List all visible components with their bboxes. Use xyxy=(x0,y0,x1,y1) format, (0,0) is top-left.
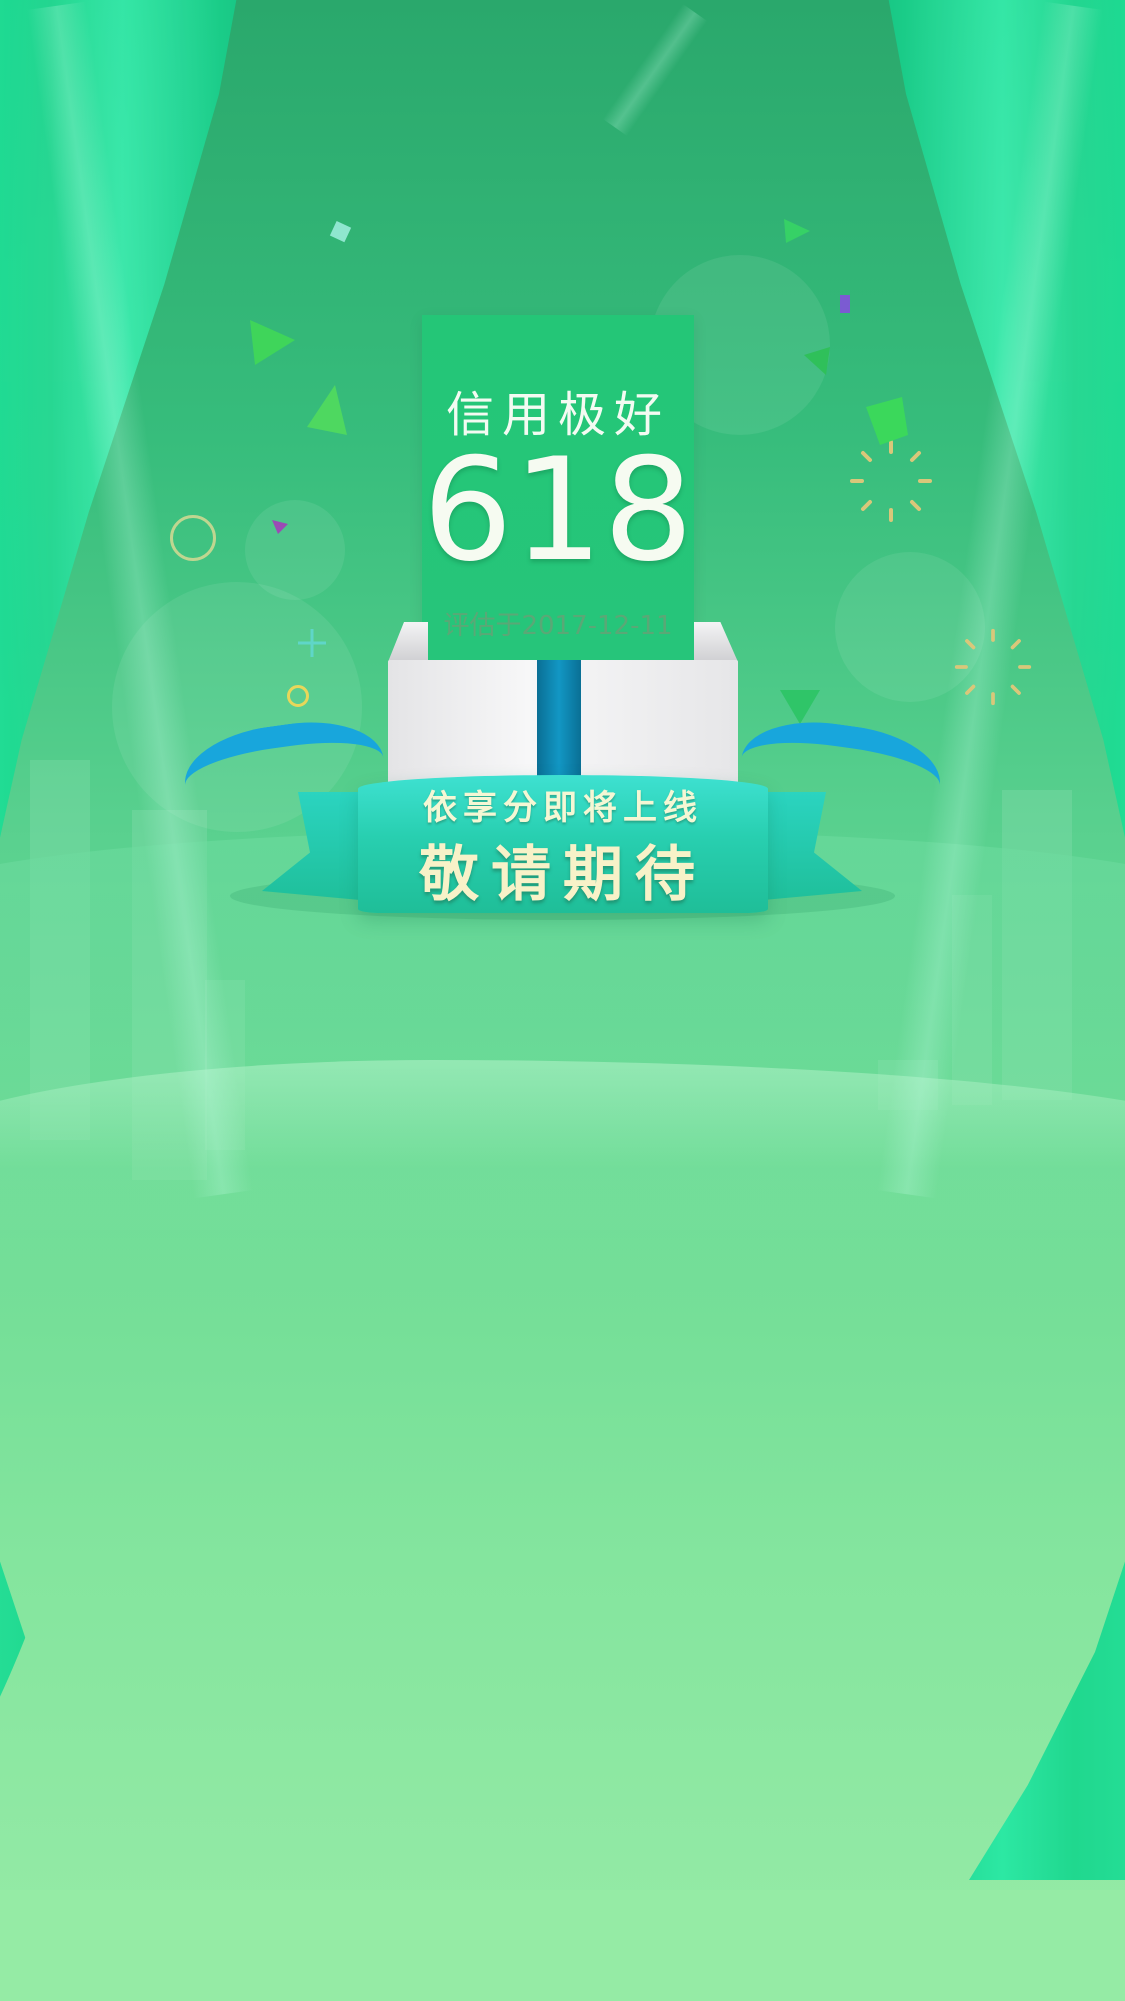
light-beam xyxy=(602,4,708,136)
decor-ring xyxy=(287,685,309,707)
banner-subtitle: 依享分即将上线 xyxy=(423,788,703,828)
sparkle-burst-icon xyxy=(850,440,932,522)
confetti-icon xyxy=(307,385,347,435)
banner-title: 敬请期待 xyxy=(419,840,707,910)
gift-box-rim xyxy=(694,622,738,662)
sparkle-burst-icon xyxy=(954,628,1032,706)
confetti-icon xyxy=(804,347,830,375)
confetti-icon xyxy=(329,221,352,243)
background-wave xyxy=(0,1060,1125,1960)
confetti-icon xyxy=(250,320,295,365)
evaluation-date: 评估于2017-12-11 xyxy=(443,611,673,641)
bottom-band xyxy=(0,1890,1125,2001)
promo-screen: 信用极好 618 评估于2017-12-11 依享分即将上线 敬请期待 xyxy=(0,0,1125,2001)
gift-box-strap xyxy=(537,660,581,785)
confetti-icon xyxy=(272,520,288,534)
plus-sparkle-icon xyxy=(298,629,326,657)
credit-score-value: 618 xyxy=(422,428,694,593)
gift-box-rim xyxy=(388,622,428,662)
decor-ring xyxy=(170,515,216,561)
confetti-icon xyxy=(780,690,820,724)
confetti-icon xyxy=(866,397,908,445)
confetti-icon xyxy=(840,295,850,313)
confetti-icon xyxy=(784,219,810,243)
credit-score-card: 信用极好 618 评估于2017-12-11 xyxy=(422,315,694,663)
